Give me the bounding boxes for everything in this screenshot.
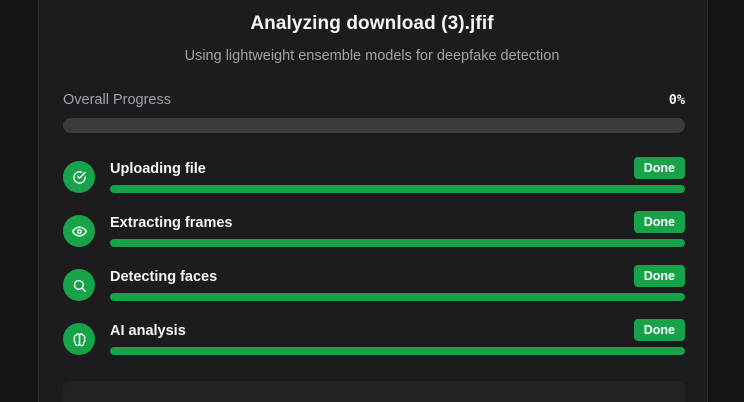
page-title: Analyzing download (3).jfif xyxy=(250,13,494,34)
overall-progress-value: 0% xyxy=(668,92,685,108)
step-detecting-faces: Detecting faces Done xyxy=(63,265,685,309)
page-subtitle: Using lightweight ensemble models for de… xyxy=(184,48,560,64)
search-icon xyxy=(63,269,95,301)
eye-icon xyxy=(63,215,95,247)
brain-icon xyxy=(63,323,95,355)
check-circle-icon xyxy=(63,161,95,193)
step-label: Uploading file xyxy=(110,161,206,177)
step-progress-bar xyxy=(110,347,685,355)
overall-progress-bar xyxy=(63,118,685,133)
step-label: AI analysis xyxy=(110,323,186,339)
step-extracting-frames: Extracting frames Done xyxy=(63,211,685,255)
info-panel xyxy=(63,381,685,402)
step-progress-fill xyxy=(110,293,685,301)
page: Analyzing download (3).jfif Using lightw… xyxy=(0,0,744,402)
status-badge: Done xyxy=(633,157,685,179)
step-ai-analysis: AI analysis Done xyxy=(63,319,685,363)
step-progress-fill xyxy=(110,185,685,193)
status-badge: Done xyxy=(633,319,685,341)
step-progress-bar xyxy=(110,185,685,193)
status-badge: Done xyxy=(633,211,685,233)
step-label: Detecting faces xyxy=(110,269,218,285)
overall-progress-label: Overall Progress xyxy=(63,92,171,108)
status-badge: Done xyxy=(633,265,685,287)
step-progress-fill xyxy=(110,347,685,355)
step-label: Extracting frames xyxy=(110,215,233,231)
step-progress-bar xyxy=(110,293,685,301)
step-uploading-file: Uploading file Done xyxy=(63,157,685,201)
step-progress-bar xyxy=(110,239,685,247)
step-progress-fill xyxy=(110,239,685,247)
